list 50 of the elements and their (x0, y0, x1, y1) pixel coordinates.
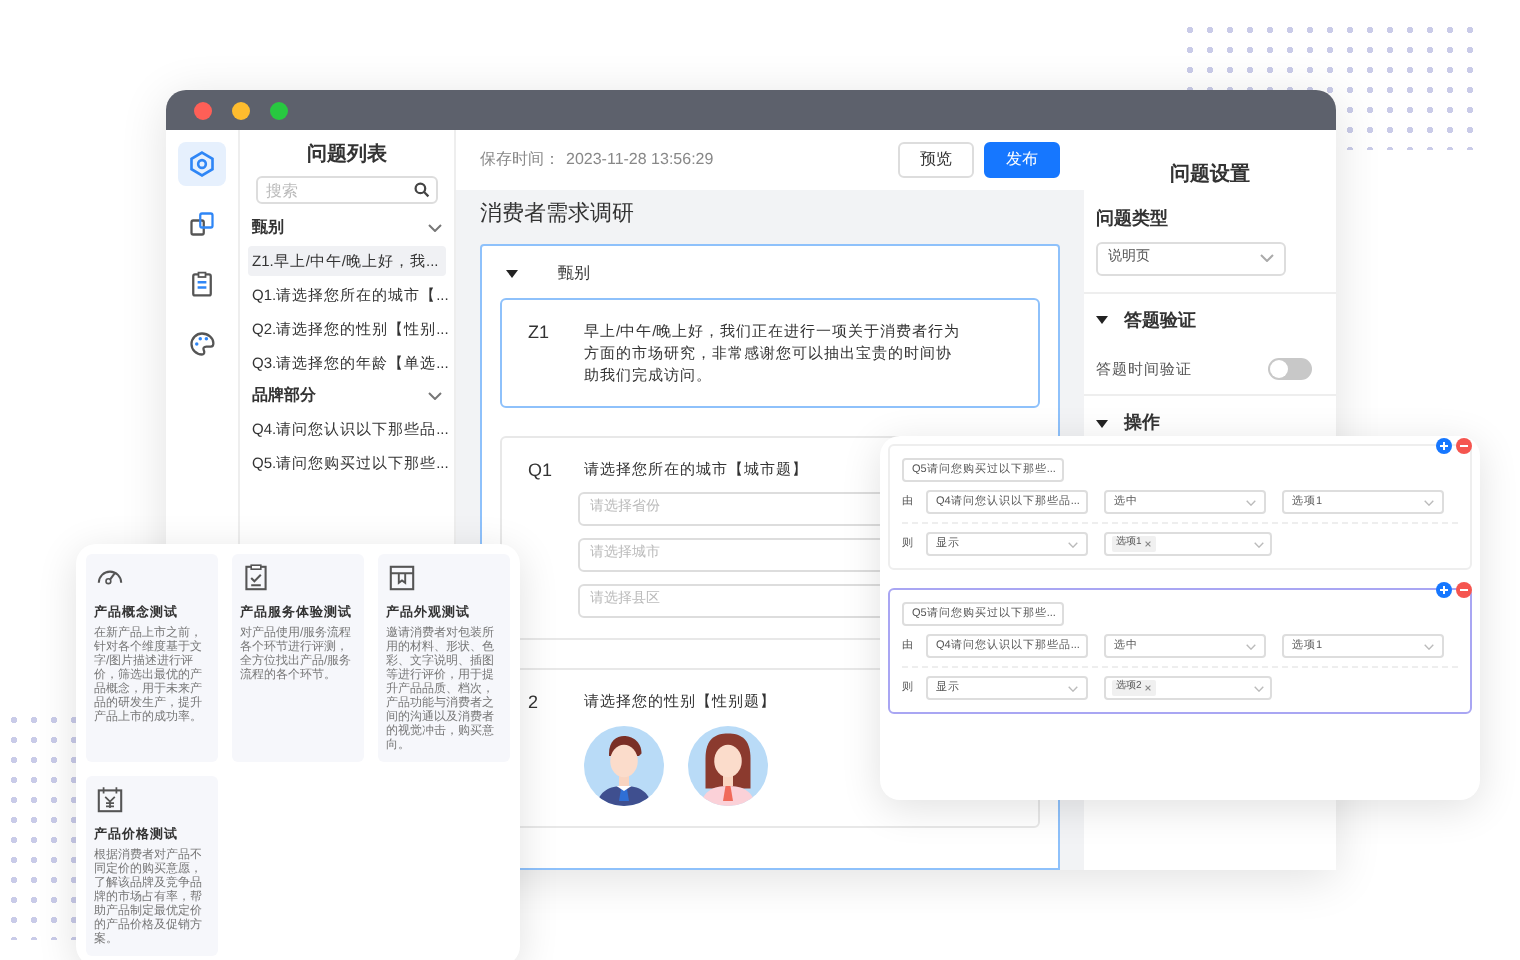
chevron-down-icon (1068, 541, 1078, 547)
chevron-down-icon (1068, 685, 1078, 691)
preview-button[interactable]: 预览 (898, 142, 974, 178)
question-number: Q1 (528, 457, 552, 484)
chevron-down-icon (1424, 643, 1434, 649)
question-number: Z1 (528, 319, 552, 345)
maximize-button[interactable] (270, 101, 288, 119)
avatar-icon (584, 725, 664, 805)
avatar-icon (688, 725, 768, 805)
group-header[interactable]: 甄别 (248, 214, 446, 242)
add-button[interactable] (1436, 582, 1452, 598)
clipboard-icon (188, 270, 216, 298)
palette-icon (188, 330, 216, 358)
field-label: 问题类型 (1094, 206, 1170, 232)
close-button[interactable] (194, 101, 212, 119)
section-label: 操作 (1124, 410, 1160, 437)
section-label: 甄别 (558, 261, 590, 285)
sidebar-tab[interactable] (178, 142, 226, 186)
box-icon (386, 562, 418, 594)
survey-title: 消费者需求调研 (478, 200, 636, 230)
remove-button[interactable] (1456, 438, 1472, 454)
clipboard-check-icon (240, 562, 272, 594)
chevron-down-icon (1260, 254, 1274, 262)
close-icon (1143, 684, 1152, 692)
chevron-down-icon (1246, 643, 1256, 649)
publish-button[interactable]: 发布 (984, 142, 1060, 178)
hexagon-icon (188, 150, 216, 178)
plus-icon (1436, 582, 1452, 598)
search-icon (414, 182, 430, 198)
section-label: 答题验证 (1124, 307, 1196, 333)
question-number: 2 (528, 689, 541, 715)
chevron-down-icon (1424, 499, 1434, 505)
minimize-button[interactable] (232, 101, 250, 119)
group-header[interactable]: 品牌部分 (248, 382, 446, 410)
swap-icon (188, 210, 216, 238)
chevron-down-icon (1246, 499, 1256, 505)
remove-button[interactable] (1456, 582, 1472, 598)
caret-icon[interactable] (506, 269, 518, 277)
add-button[interactable] (1436, 438, 1452, 454)
search-field[interactable]: 搜索 (256, 176, 438, 204)
price-calendar-icon (94, 783, 126, 816)
toggle-switch[interactable] (1268, 358, 1312, 381)
panel-title: 问题设置 (1168, 161, 1252, 190)
chevron-down-icon (1254, 685, 1264, 691)
plus-icon (1436, 438, 1452, 454)
save-time-label: 保存时间： (480, 148, 560, 172)
save-time: 2023-11-28 13:56:29 (566, 148, 714, 172)
chevron-down-icon (1254, 541, 1264, 547)
close-icon (1143, 540, 1152, 548)
panel-title: 问题列表 (305, 141, 389, 170)
